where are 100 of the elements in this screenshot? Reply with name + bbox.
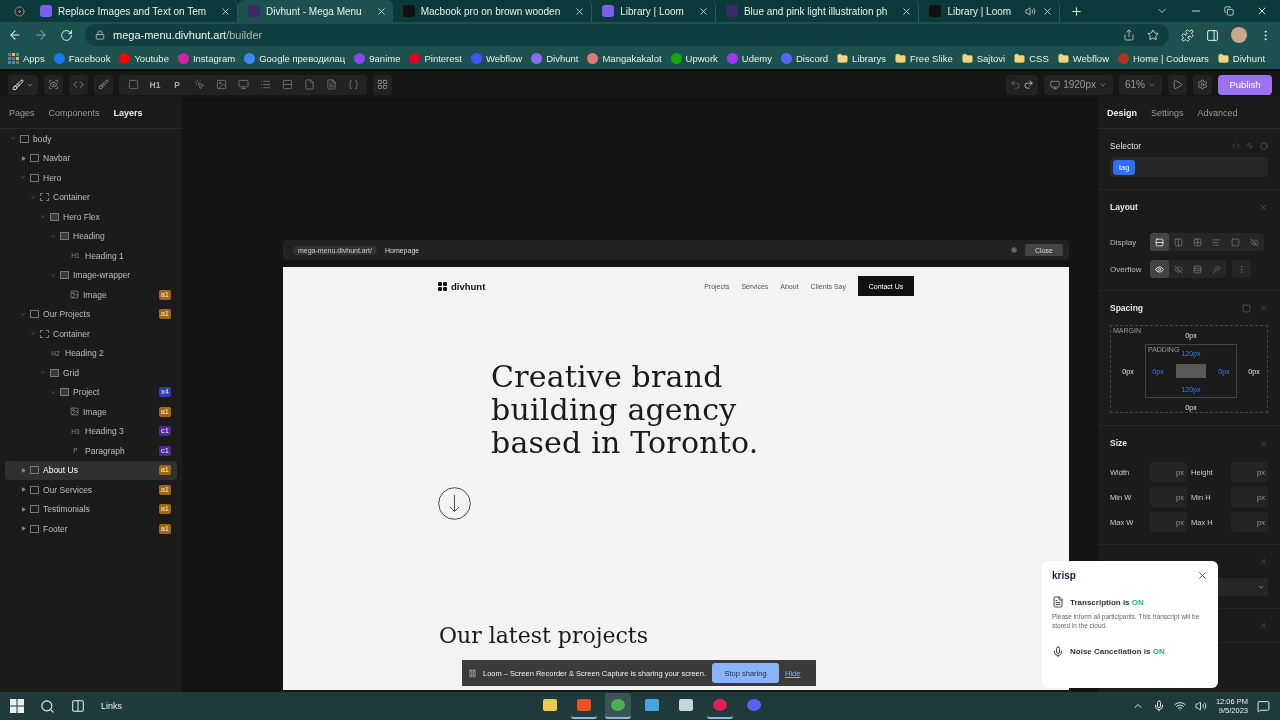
- more-icon[interactable]: [1237, 264, 1246, 274]
- element-tool[interactable]: P: [167, 79, 187, 90]
- layer-label: About Us: [43, 465, 79, 476]
- bookmark[interactable]: Webflow: [1057, 53, 1109, 64]
- close-icon[interactable]: [1042, 5, 1054, 17]
- layer-row[interactable]: Container: [5, 187, 177, 207]
- bookmark[interactable]: Pinterest: [409, 53, 462, 64]
- mic-icon[interactable]: [1152, 700, 1165, 712]
- panel-tab[interactable]: Components: [48, 107, 100, 118]
- image-icon[interactable]: [215, 79, 227, 90]
- close-icon[interactable]: [375, 5, 387, 17]
- play-icon[interactable]: [1172, 79, 1183, 90]
- toolbar-label[interactable]: Links: [101, 701, 122, 711]
- task-view-icon[interactable]: [71, 699, 85, 713]
- favicon-icon: [929, 5, 942, 17]
- settings-icon[interactable]: [1197, 79, 1208, 90]
- bookmark[interactable]: Youtube: [119, 53, 169, 64]
- code-icon[interactable]: [73, 79, 84, 90]
- volume-icon[interactable]: [1194, 700, 1207, 712]
- bookmark[interactable]: Udemy: [726, 53, 772, 64]
- avatar-icon[interactable]: [1231, 27, 1247, 43]
- bookmark[interactable]: Google преводилац: [244, 53, 346, 64]
- list-icon[interactable]: [259, 79, 271, 90]
- caret-icon[interactable]: [20, 506, 26, 512]
- bookmark[interactable]: Home | Codewars: [1118, 53, 1209, 64]
- rows-icon[interactable]: [281, 79, 293, 90]
- redo-icon[interactable]: [1023, 79, 1035, 90]
- bookmark[interactable]: Instagram: [177, 53, 236, 64]
- bookmark[interactable]: Divhunt: [1217, 53, 1266, 64]
- add-icon[interactable]: [377, 79, 388, 90]
- braces-icon[interactable]: [347, 79, 359, 90]
- layer-row[interactable]: Hero Flex: [5, 207, 177, 227]
- element-tool[interactable]: H1: [145, 79, 165, 90]
- brush-icon[interactable]: [98, 79, 109, 90]
- search-icon[interactable]: [40, 698, 55, 714]
- extensions-icon[interactable]: [1181, 28, 1194, 42]
- bookmark[interactable]: CSS: [1014, 53, 1049, 64]
- bookmark[interactable]: Sajtovi: [961, 53, 1006, 64]
- layer-row[interactable]: Navbar: [5, 148, 177, 168]
- scroll-down-icon[interactable]: [438, 487, 471, 520]
- caret-icon[interactable]: [20, 467, 26, 473]
- layer-label: Paragraph: [85, 445, 126, 456]
- box-icon[interactable]: [127, 79, 139, 90]
- speaker-icon[interactable]: [1025, 5, 1037, 17]
- bookmark[interactable]: Divhunt: [531, 53, 579, 64]
- field-label: Display: [1110, 237, 1138, 247]
- share-icon[interactable]: [1123, 29, 1135, 41]
- layer-row[interactable]: body: [5, 129, 177, 149]
- bookmark[interactable]: Apps: [8, 53, 45, 64]
- close-icon[interactable]: [1197, 570, 1208, 581]
- layer-row[interactable]: Heading: [5, 226, 177, 246]
- close-icon[interactable]: [220, 5, 232, 17]
- notifications-icon[interactable]: [1257, 699, 1270, 713]
- caret-icon[interactable]: [20, 526, 26, 532]
- bookmark[interactable]: Free Slike: [894, 53, 953, 64]
- bookmark[interactable]: Discord: [780, 53, 829, 64]
- viewport-select[interactable]: 1920px: [1044, 74, 1113, 95]
- bookmark[interactable]: Mangakakalot: [587, 53, 662, 64]
- close-icon[interactable]: [574, 5, 586, 17]
- bookmark[interactable]: 9anime: [354, 53, 401, 64]
- address-bar[interactable]: mega-menu.divhunt.art/builder: [85, 24, 1169, 46]
- start-icon[interactable]: [10, 699, 24, 713]
- preview-icon[interactable]: [48, 79, 59, 90]
- reload-icon[interactable]: [60, 28, 73, 42]
- overflow-option[interactable]: [1150, 260, 1169, 278]
- taskbar-app[interactable]: [605, 693, 631, 719]
- layer-row[interactable]: Grid: [5, 363, 177, 383]
- side-panel-icon[interactable]: [1206, 28, 1219, 42]
- caret-icon[interactable]: [20, 155, 26, 161]
- section-icon: [20, 134, 29, 143]
- panel-tab[interactable]: Pages: [9, 107, 35, 118]
- zoom-select[interactable]: 61%: [1119, 74, 1162, 95]
- record-icon[interactable]: [13, 5, 25, 17]
- close-icon[interactable]: [697, 5, 709, 17]
- bookmark[interactable]: Upwork: [670, 53, 718, 64]
- network-icon[interactable]: [1173, 700, 1186, 712]
- inspector-tab[interactable]: Settings: [1151, 107, 1184, 118]
- forward-icon[interactable]: [34, 28, 48, 42]
- file-icon[interactable]: [303, 79, 315, 90]
- star-icon[interactable]: [1147, 29, 1159, 41]
- inspector-tab[interactable]: Design: [1107, 107, 1137, 118]
- inspector-tab[interactable]: Advanced: [1197, 107, 1238, 118]
- caret-icon[interactable]: [20, 487, 26, 493]
- close-icon[interactable]: [901, 5, 913, 17]
- restore-icon[interactable]: [1224, 6, 1234, 16]
- new-tab-icon[interactable]: [1070, 4, 1084, 18]
- bookmark[interactable]: Webflow: [470, 53, 523, 64]
- layer-row[interactable]: Hero: [5, 168, 177, 188]
- close-icon[interactable]: [1256, 5, 1268, 17]
- bookmark[interactable]: Facebook: [53, 53, 111, 64]
- bookmark[interactable]: Librarys: [837, 53, 886, 64]
- display-option[interactable]: [1150, 233, 1169, 251]
- layer-row[interactable]: Image-wrapper: [5, 265, 177, 285]
- browser-tab[interactable]: Divhunt - Mega Menu: [238, 0, 393, 22]
- back-icon[interactable]: [8, 28, 22, 42]
- doc-icon[interactable]: [325, 79, 337, 90]
- pause-icon[interactable]: [468, 668, 477, 678]
- panel-tab[interactable]: Layers: [113, 107, 143, 118]
- pointer-icon[interactable]: [193, 79, 205, 90]
- layer-row[interactable]: Container: [5, 324, 177, 344]
